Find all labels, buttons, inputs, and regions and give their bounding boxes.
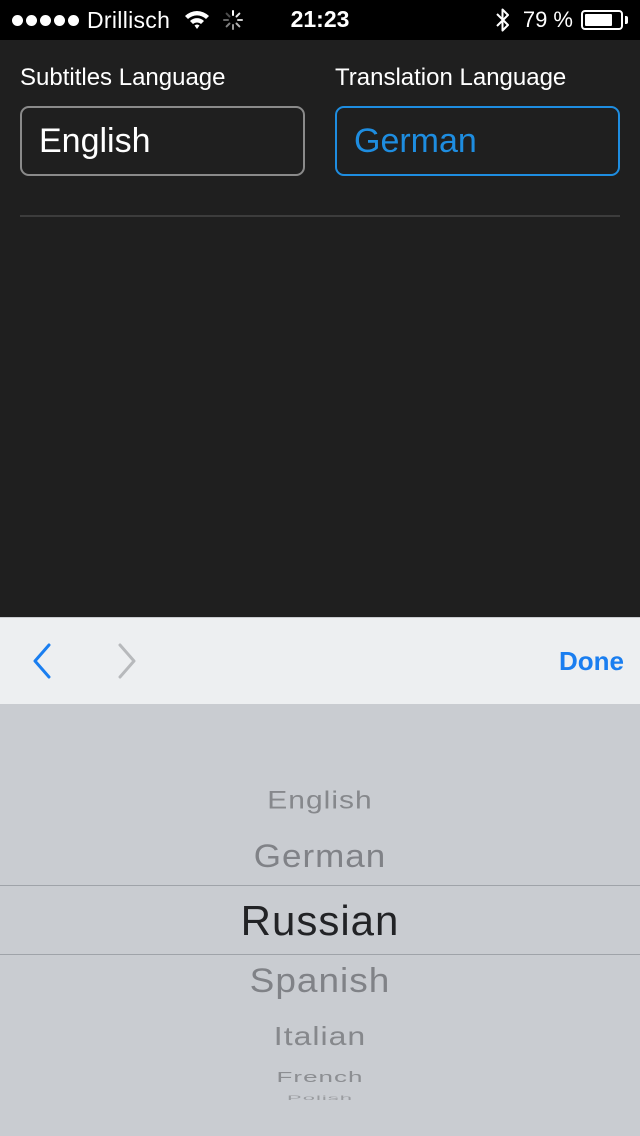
- subtitles-language-field[interactable]: English: [20, 106, 305, 176]
- picker-selection-top-line: [0, 885, 640, 886]
- battery-cap: [625, 16, 628, 24]
- subtitles-language-label: Subtitles Language: [20, 64, 226, 91]
- picker-option-french[interactable]: French: [0, 1069, 640, 1086]
- chevron-left-icon: [33, 643, 51, 679]
- done-button[interactable]: Done: [559, 618, 624, 705]
- previous-field-button[interactable]: [22, 638, 62, 684]
- translation-language-field[interactable]: German: [335, 106, 620, 176]
- picker-option-italian[interactable]: Italian: [0, 1021, 640, 1051]
- picker-option-german[interactable]: German: [0, 839, 640, 876]
- picker-option-polish[interactable]: Polish: [0, 1094, 640, 1102]
- picker-selection-bottom-line: [0, 954, 640, 955]
- chevron-right-icon: [118, 643, 136, 679]
- translation-language-label: Translation Language: [335, 64, 567, 91]
- battery-level: [585, 14, 612, 26]
- divider: [20, 215, 620, 217]
- bluetooth-icon: [496, 8, 509, 32]
- next-field-button[interactable]: [107, 638, 147, 684]
- status-right: 79 %: [495, 6, 628, 34]
- picker-option-english[interactable]: English: [0, 787, 640, 815]
- keyboard-toolbar: Done: [0, 617, 640, 704]
- picker-option-spanish[interactable]: Spanish: [0, 962, 640, 1001]
- status-bar: Drillisch 21:23 79 %: [0, 0, 640, 40]
- battery-percent: 79 %: [522, 7, 573, 32]
- picker-option-russian[interactable]: Russian: [0, 897, 640, 945]
- battery-icon: [581, 10, 623, 30]
- language-picker[interactable]: English German Russian Spanish Italian French…: [0, 704, 640, 1136]
